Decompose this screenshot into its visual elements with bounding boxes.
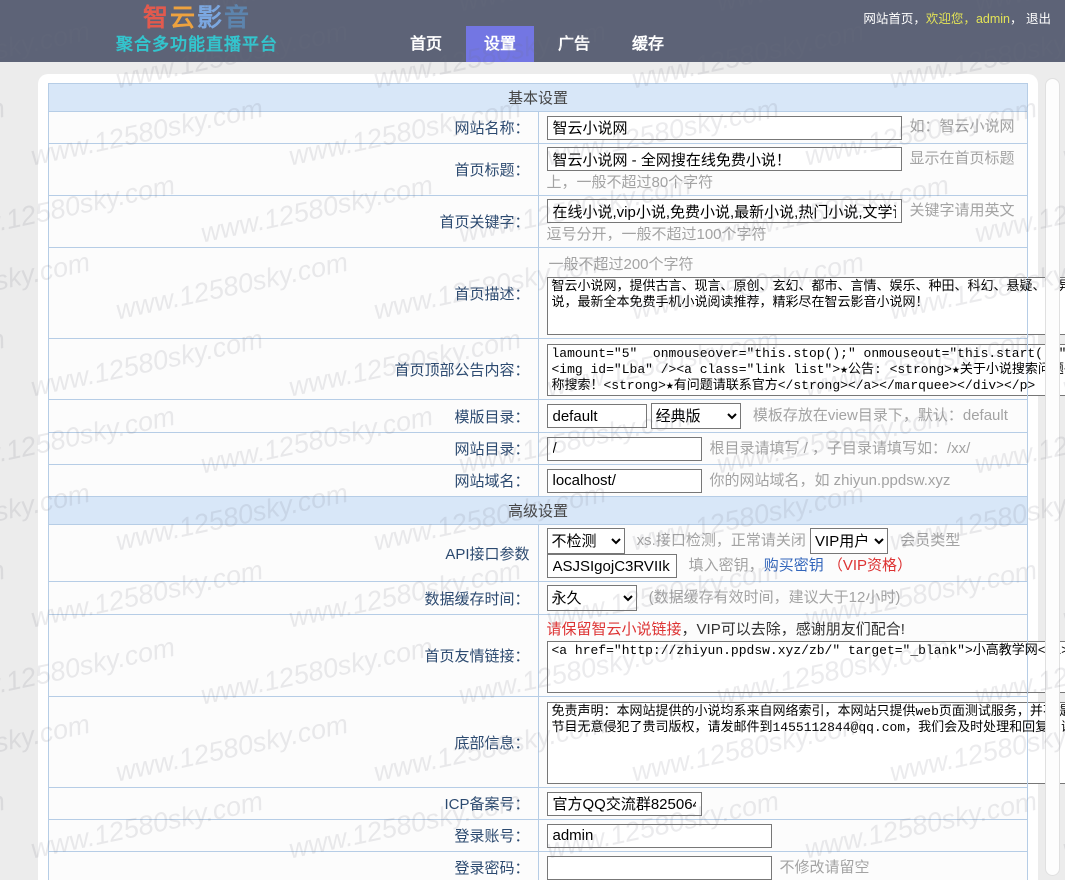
row-template-dir: 模版目录： 经典版 模板存放在view目录下，默认：default xyxy=(49,400,1028,433)
logo-char: 音 xyxy=(224,4,251,32)
footer-info-label: 底部信息： xyxy=(49,697,539,788)
member-type-select[interactable]: VIP用户 xyxy=(810,528,888,554)
site-name-label: 网站名称： xyxy=(49,112,539,144)
friend-link-note-red: 请保留智云小说链接 xyxy=(547,621,682,638)
home-title-label: 首页标题： xyxy=(49,144,539,196)
row-home-description: 首页描述： 一般不超过200个字符 智云小说网，提供古言、现言、原创、玄幻、都市… xyxy=(49,248,1028,339)
api-key-hint: 填入密钥， xyxy=(689,557,764,574)
top-notice-label: 首页顶部公告内容： xyxy=(49,339,539,400)
icp-label: ICP备案号： xyxy=(49,788,539,820)
template-dir-input[interactable] xyxy=(547,404,647,428)
site-domain-input[interactable] xyxy=(547,469,702,493)
home-keywords-label: 首页关键字： xyxy=(49,196,539,248)
site-dir-hint: 根目录请填写 / ，子目录请填写如：/xx/ xyxy=(710,440,971,457)
page-scrollbar[interactable] xyxy=(1045,78,1060,876)
template-dir-label: 模版目录： xyxy=(49,400,539,433)
welcome-text: 欢迎您， xyxy=(926,12,976,26)
section-basic-settings: 基本设置 xyxy=(49,84,1028,112)
site-domain-label: 网站域名： xyxy=(49,465,539,497)
user-bar-separator: ， xyxy=(1010,12,1023,26)
site-name-input[interactable] xyxy=(547,116,902,140)
home-description-textarea[interactable]: 智云小说网，提供古言、现言、原创、玄幻、都市、言情、娱乐、种田、科幻、悬疑、灵异… xyxy=(547,277,1065,335)
logo-subtitle: 聚合多功能直播平台 xyxy=(116,35,278,55)
user-bar: 网站首页，欢迎您，admin， 退出 xyxy=(863,8,1051,27)
site-name-hint: 如：智云小说网 xyxy=(910,118,1015,135)
section-advanced-title: 高级设置 xyxy=(49,497,1028,525)
nav-item-settings[interactable]: 设置 xyxy=(466,26,534,62)
friend-link-label: 首页友情链接： xyxy=(49,615,539,697)
top-header: 智云影音 聚合多功能直播平台 首页 设置 广告 缓存 网站首页，欢迎您，admi… xyxy=(0,0,1065,62)
template-dir-hint: 模板存放在view目录下，默认：default xyxy=(753,407,1008,424)
login-password-hint: 不修改请留空 xyxy=(780,859,870,876)
row-top-notice: 首页顶部公告内容： lamount="5" onmouseover="this.… xyxy=(49,339,1028,400)
api-check-hint: xs.接口检测，正常请关闭 xyxy=(637,532,806,549)
logo-title: 智云影音 xyxy=(116,3,278,33)
api-params-label: API接口参数 xyxy=(49,525,539,582)
friend-link-note: 请保留智云小说链接，VIP可以去除，感谢朋友们配合! xyxy=(547,618,1020,639)
top-notice-textarea[interactable]: lamount="5" onmouseover="this.stop();" o… xyxy=(547,344,1065,396)
footer-info-textarea[interactable]: 免责声明：本网站提供的小说均系来自网络索引，本网站只提供web页面测试服务，并不… xyxy=(547,702,1065,784)
main-nav: 首页 设置 广告 缓存 xyxy=(392,32,682,62)
member-type-hint: 会员类型 xyxy=(900,532,960,549)
login-account-input[interactable] xyxy=(547,824,772,848)
nav-item-home[interactable]: 首页 xyxy=(392,26,460,62)
vip-note: （VIP资格） xyxy=(828,557,912,574)
home-description-label: 首页描述： xyxy=(49,248,539,339)
row-icp: ICP备案号： xyxy=(49,788,1028,820)
home-title-input[interactable] xyxy=(547,147,902,171)
nav-item-cache[interactable]: 缓存 xyxy=(614,26,682,62)
icp-input[interactable] xyxy=(547,792,702,816)
username-link[interactable]: admin xyxy=(976,12,1010,26)
friend-link-textarea[interactable]: <a href="http://zhiyun.ppdsw.xyz/zb/" ta… xyxy=(547,641,1065,693)
row-site-name: 网站名称： 如：智云小说网 xyxy=(49,112,1028,144)
login-account-label: 登录账号： xyxy=(49,820,539,852)
row-home-title: 首页标题： 显示在首页标题上，一般不超过80个字符 xyxy=(49,144,1028,196)
row-cache-time: 数据缓存时间： 永久 (数据缓存有效时间，建议大于12小时) xyxy=(49,582,1028,615)
template-style-select[interactable]: 经典版 xyxy=(651,403,741,429)
site-domain-hint: 你的网站域名，如 zhiyun.ppdsw.xyz xyxy=(710,472,951,489)
buy-key-link[interactable]: 购买密钥 xyxy=(764,557,824,574)
cache-time-label: 数据缓存时间： xyxy=(49,582,539,615)
settings-table: 基本设置 网站名称： 如：智云小说网 首页标题： 显示在首页标题上，一般不超过8… xyxy=(48,83,1028,880)
home-description-hint: 一般不超过200个字符 xyxy=(549,253,1020,274)
row-footer-info: 底部信息： 免责声明：本网站提供的小说均系来自网络索引，本网站只提供web页面测… xyxy=(49,697,1028,788)
login-password-input[interactable] xyxy=(547,856,772,880)
cache-time-select[interactable]: 永久 xyxy=(547,585,637,611)
nav-item-ads[interactable]: 广告 xyxy=(540,26,608,62)
api-check-select[interactable]: 不检测 xyxy=(547,528,625,554)
site-home-link[interactable]: 网站首页， xyxy=(863,12,926,26)
row-site-domain: 网站域名： 你的网站域名，如 zhiyun.ppdsw.xyz xyxy=(49,465,1028,497)
logout-link[interactable]: 退出 xyxy=(1026,12,1051,26)
logo-char: 云 xyxy=(170,4,197,32)
site-dir-input[interactable] xyxy=(547,437,702,461)
api-key-input[interactable] xyxy=(547,554,677,578)
site-dir-label: 网站目录： xyxy=(49,433,539,465)
friend-link-note-rest: ，VIP可以去除，感谢朋友们配合! xyxy=(682,621,905,638)
settings-card: 基本设置 网站名称： 如：智云小说网 首页标题： 显示在首页标题上，一般不超过8… xyxy=(38,74,1038,880)
site-logo[interactable]: 智云影音 聚合多功能直播平台 xyxy=(116,3,278,55)
logo-char: 智 xyxy=(143,4,170,32)
section-advanced-settings: 高级设置 xyxy=(49,497,1028,525)
row-site-dir: 网站目录： 根目录请填写 / ，子目录请填写如：/xx/ xyxy=(49,433,1028,465)
home-keywords-input[interactable] xyxy=(547,199,902,223)
logo-char: 影 xyxy=(197,4,224,32)
row-api-params: API接口参数 不检测 xs.接口检测，正常请关闭 VIP用户 会员类型 填入密… xyxy=(49,525,1028,582)
section-basic-title: 基本设置 xyxy=(49,84,1028,112)
row-home-keywords: 首页关键字： 关键字请用英文逗号分开，一般不超过100个字符 xyxy=(49,196,1028,248)
row-login-account: 登录账号： xyxy=(49,820,1028,852)
row-friend-link: 首页友情链接： 请保留智云小说链接，VIP可以去除，感谢朋友们配合! <a hr… xyxy=(49,615,1028,697)
row-login-password: 登录密码： 不修改请留空 xyxy=(49,852,1028,880)
login-password-label: 登录密码： xyxy=(49,852,539,880)
cache-time-hint: (数据缓存有效时间，建议大于12小时) xyxy=(649,589,901,606)
